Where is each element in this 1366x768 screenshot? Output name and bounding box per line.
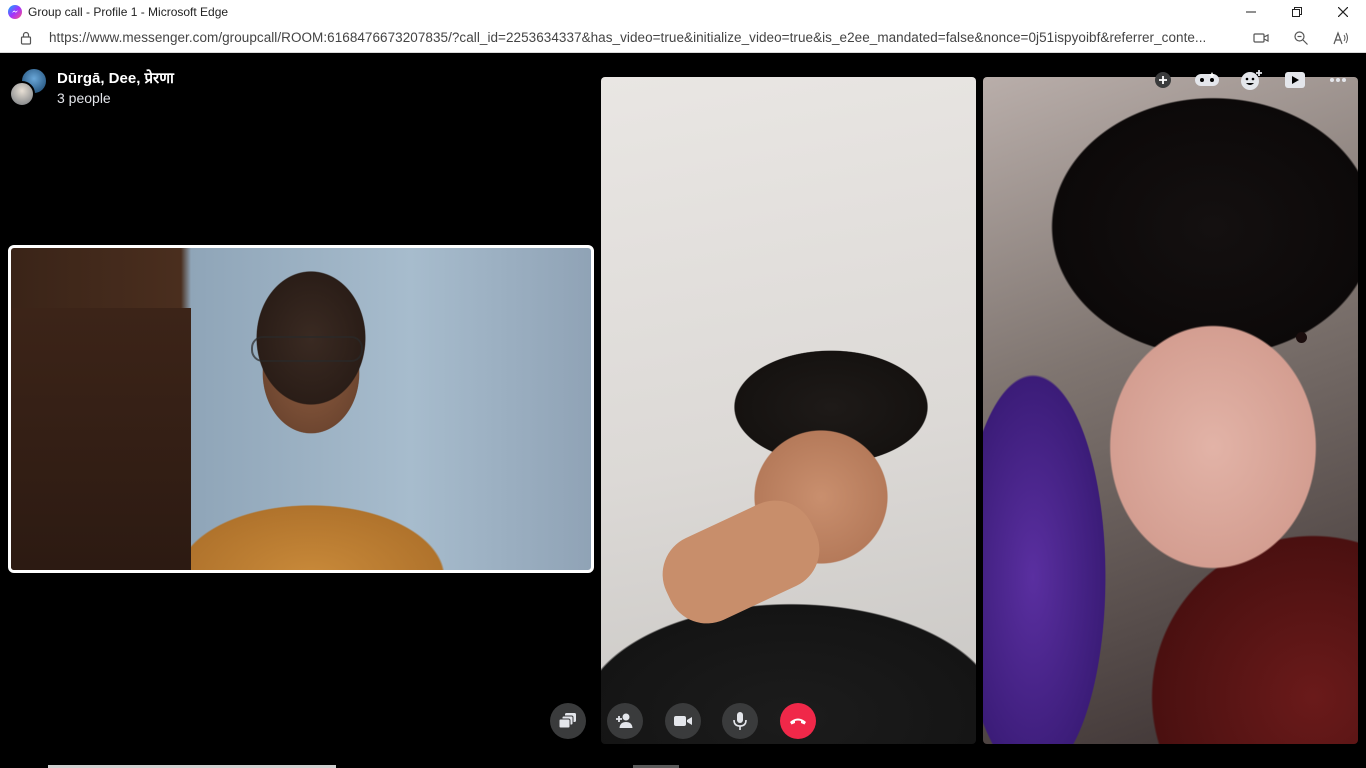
participant-video-tile[interactable] [983,77,1358,744]
watch-together-button[interactable] [1283,68,1307,92]
effects-icon [1195,72,1219,86]
camera-in-use-icon[interactable] [1253,30,1269,46]
call-participants-title: Dūrgā, Dee, प्रेरणा [57,70,174,87]
participant-video-tile[interactable] [601,77,976,744]
effects-button[interactable] [1193,68,1221,92]
address-bar: https://www.messenger.com/groupcall/ROOM… [0,23,1366,53]
window-titlebar: Group call - Profile 1 - Microsoft Edge [0,0,1366,23]
add-button[interactable] [1153,68,1173,92]
reactions-icon [1241,70,1262,90]
toggle-video-button[interactable] [665,703,701,739]
reactions-button[interactable] [1239,68,1265,92]
restore-button[interactable] [1274,0,1320,23]
end-call-button[interactable] [780,703,816,739]
video-detail [1296,332,1307,343]
participant-count: 3 people [57,90,111,106]
self-video-tile[interactable] [8,245,594,573]
add-person-icon [616,713,633,728]
end-call-icon [790,718,806,725]
close-button[interactable] [1320,0,1366,23]
lock-icon[interactable] [19,31,33,45]
toggle-microphone-button[interactable] [722,703,758,739]
share-screen-icon [558,713,576,729]
group-avatar [9,68,49,107]
minimize-button[interactable] [1228,0,1274,23]
microphone-icon [733,712,747,730]
video-camera-icon [674,716,692,726]
add-person-button[interactable] [607,703,643,739]
avatar [9,81,35,107]
call-view: Dūrgā, Dee, प्रेरणा 3 people [0,54,1366,768]
video-detail [649,487,833,637]
window-title: Group call - Profile 1 - Microsoft Edge [28,4,229,19]
read-aloud-icon[interactable] [1333,30,1349,46]
share-screen-button[interactable] [550,703,586,739]
more-options-icon [1330,78,1346,82]
add-icon [1155,72,1171,88]
messenger-icon [8,4,22,19]
watch-together-icon [1285,72,1305,88]
more-options-button[interactable] [1327,68,1349,92]
video-detail [251,336,363,362]
url-field[interactable]: https://www.messenger.com/groupcall/ROOM… [49,30,1244,45]
zoom-icon[interactable] [1293,30,1309,46]
video-background [11,308,191,570]
